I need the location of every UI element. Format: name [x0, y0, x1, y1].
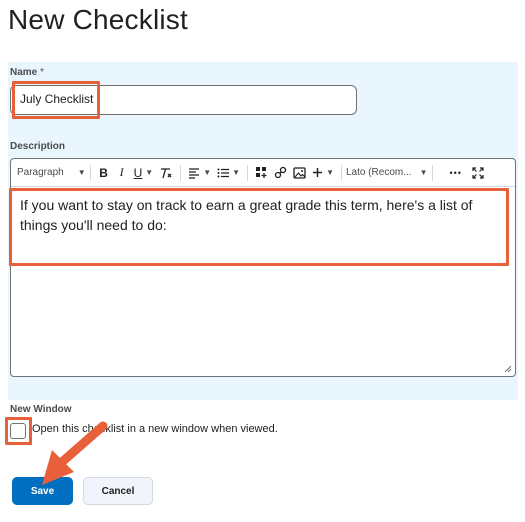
description-label: Description [10, 141, 66, 152]
underline-button[interactable]: U ▼ [131, 163, 157, 183]
editor-toolbar: Paragraph ▼ B I U ▼ ▼ ▼ ▼ Lato (Recom...… [11, 159, 515, 187]
more-actions-button[interactable]: ••• [447, 163, 465, 183]
description-text: If you want to stay on track to earn a g… [20, 197, 473, 233]
toolbar-separator [180, 164, 182, 181]
font-family-select[interactable]: Lato (Recom... ▼ [346, 159, 428, 187]
underline-label: U [133, 165, 143, 180]
new-window-checkbox[interactable] [10, 423, 26, 439]
toolbar-separator [431, 164, 433, 181]
italic-button[interactable]: I [113, 163, 131, 183]
toolbar-separator [247, 164, 249, 181]
link-icon[interactable] [271, 163, 290, 183]
required-mark: * [40, 67, 44, 78]
toolbar-separator [89, 164, 91, 181]
cancel-button[interactable]: Cancel [83, 477, 153, 505]
font-family-label: Lato (Recom... [345, 167, 412, 178]
name-label: Name * [10, 67, 44, 78]
description-editor[interactable]: Paragraph ▼ B I U ▼ ▼ ▼ ▼ Lato (Recom...… [10, 158, 516, 377]
chevron-down-icon: ▼ [145, 168, 154, 177]
chevron-down-icon: ▼ [203, 168, 212, 177]
chevron-down-icon: ▼ [326, 168, 334, 177]
toolbar-separator [340, 164, 342, 181]
clear-format-icon[interactable] [156, 163, 176, 183]
name-label-text: Name [10, 67, 38, 78]
new-window-label: New Window [10, 404, 72, 415]
paragraph-format-select[interactable]: Paragraph ▼ [17, 159, 86, 187]
list-button[interactable]: ▼ [214, 163, 243, 183]
chevron-down-icon: ▼ [419, 168, 428, 177]
plus-icon [313, 168, 323, 177]
bullet-list-icon [217, 168, 230, 177]
new-window-option-text: Open this checklist in a new window when… [32, 423, 278, 435]
image-icon[interactable] [290, 163, 309, 183]
name-input[interactable]: July Checklist [10, 85, 357, 115]
insert-stuff-icon[interactable] [252, 163, 271, 183]
name-input-value: July Checklist [20, 92, 94, 106]
resize-handle-icon[interactable] [504, 365, 512, 373]
fullscreen-icon[interactable] [469, 163, 487, 183]
insert-button[interactable]: ▼ [309, 163, 337, 183]
save-button[interactable]: Save [12, 477, 73, 505]
chevron-down-icon: ▼ [77, 168, 86, 177]
page-title: New Checklist [8, 4, 188, 35]
bold-button[interactable]: B [95, 163, 113, 183]
align-button[interactable]: ▼ [185, 163, 214, 183]
paragraph-format-label: Paragraph [17, 167, 64, 178]
align-left-icon [189, 167, 200, 179]
chevron-down-icon: ▼ [232, 168, 241, 177]
